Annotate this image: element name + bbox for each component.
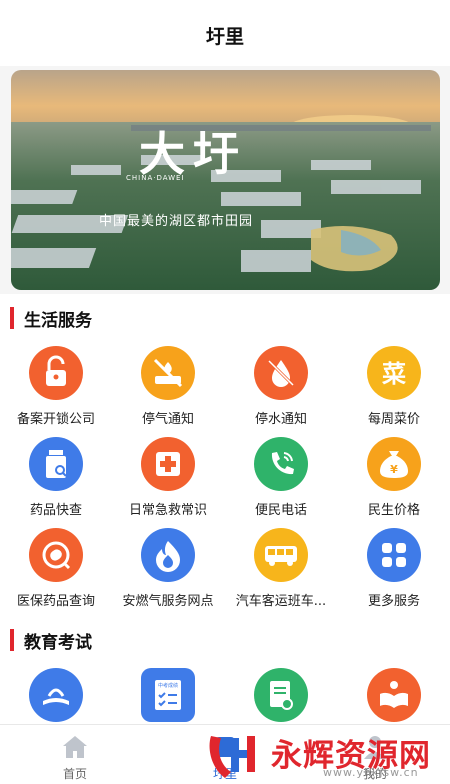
bus-icon [254,528,308,582]
service-livelihood-price[interactable]: ¥ 民生价格 [338,437,450,527]
section-title: 生活服务 [24,310,92,331]
service-label: 停气通知 [141,412,194,427]
money-bag-icon: ¥ [367,437,421,491]
first-aid-icon [141,437,195,491]
exam-icon-caption: 中考成绩 [158,682,178,689]
document-search-icon [254,668,308,722]
school-book-icon [29,668,83,722]
service-gas-notice[interactable]: 停气通知 [112,346,224,436]
service-label: 停水通知 [254,412,307,427]
watermark-logo-icon [205,728,267,784]
vegetable-price-icon: 菜 [367,346,421,400]
tab-home[interactable]: 首页 [0,725,150,784]
section-accent-bar [10,629,14,651]
medicine-bottle-icon [29,437,83,491]
section-title: 教育考试 [24,632,92,653]
service-label: 安燃气服务网点 [122,594,214,609]
hero-banner[interactable]: 大圩 CHINA·DAWEI 中国最美的湖区都市田园 [11,70,440,290]
section-accent-bar [10,307,14,329]
service-insurance-medicine[interactable]: 医保药品查询 [0,528,112,618]
banner-english-caption: CHINA·DAWEI [126,174,185,182]
water-off-icon [254,346,308,400]
life-services-header: 生活服务 [10,304,92,332]
flame-icon [141,528,195,582]
service-hotline[interactable]: 便民电话 [225,437,337,527]
home-icon [60,733,90,761]
site-watermark: 永辉资源网 www.yhkjsw.cn [205,728,450,784]
svg-text:¥: ¥ [390,463,398,476]
tab-label: 首页 [62,767,87,781]
app-header: 圩里 [0,0,450,66]
exam-checklist-icon: 中考成绩 [141,668,195,722]
service-first-aid[interactable]: 日常急救常识 [112,437,224,527]
service-label: 药品快查 [29,503,82,518]
service-label: 备案开锁公司 [16,412,95,427]
service-label: 每周菜价 [367,412,420,427]
service-label: 民生价格 [367,503,420,518]
education-header: 教育考试 [10,626,92,654]
life-services-section: 生活服务 备案开锁公司 停气通知 停水通知 菜 每周菜价 药品快查 日常急救常识… [0,294,450,614]
reading-book-icon [367,668,421,722]
svg-text:菜: 菜 [381,360,406,388]
service-weekly-veg-price[interactable]: 菜 每周菜价 [338,346,450,436]
service-label: 便民电话 [254,503,307,518]
education-section: 教育考试 中考成绩 [0,614,450,724]
phone-icon [254,437,308,491]
service-label: 汽车客运班车... [235,594,327,609]
page-title: 圩里 [205,26,244,48]
service-medicine-check[interactable]: 药品快查 [0,437,112,527]
pill-icon [29,528,83,582]
service-water-notice[interactable]: 停水通知 [225,346,337,436]
service-more[interactable]: 更多服务 [338,528,450,618]
service-label: 日常急救常识 [128,503,207,518]
watermark-url: www.yhkjsw.cn [323,766,419,779]
unlock-icon [29,346,83,400]
service-label: 医保药品查询 [16,594,95,609]
service-bus-schedule[interactable]: 汽车客运班车... [225,528,337,618]
service-unlock-company[interactable]: 备案开锁公司 [0,346,112,436]
gas-off-icon [141,346,195,400]
banner-slogan: 中国最美的湖区都市田园 [99,214,254,229]
more-grid-icon [367,528,421,582]
service-label: 更多服务 [367,594,420,609]
service-gas-outlets[interactable]: 安燃气服务网点 [112,528,224,618]
